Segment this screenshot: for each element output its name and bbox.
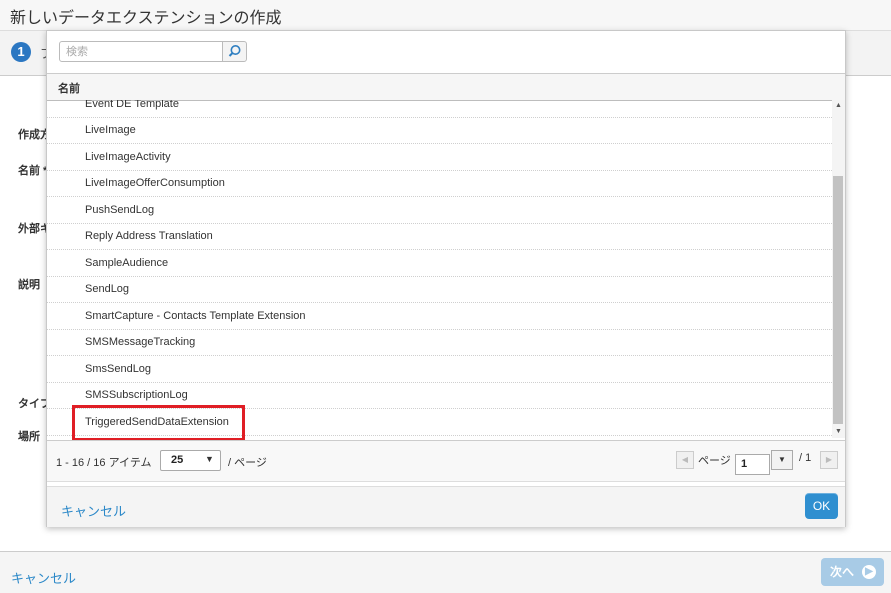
arrow-right-icon: ▶ (862, 565, 876, 579)
dialog-footer: キャンセル OK (47, 486, 845, 527)
search-input[interactable] (59, 41, 223, 62)
list-item-label: SmartCapture - Contacts Template Extensi… (85, 310, 306, 322)
items-count: 1 - 16 / 16 アイテム (56, 457, 152, 469)
chevron-down-icon: ▼ (205, 454, 214, 464)
search-button[interactable] (222, 41, 247, 62)
pager-bar: 1 - 16 / 16 アイテム 25 ▼ / ページ ◀ ページ 1 ▼ / … (47, 440, 845, 482)
list-item-label: SendLog (85, 283, 130, 295)
scroll-thumb[interactable] (833, 176, 843, 424)
step-number: 1 (11, 42, 31, 62)
next-button-label: 次へ (830, 565, 855, 579)
dialog-cancel-link[interactable]: キャンセル (61, 501, 126, 520)
list-item[interactable]: Reply Address Translation (47, 224, 832, 250)
description-label: 説明 (18, 279, 40, 291)
data-extension-list: Event DE Template LiveImage LiveImageAct… (47, 100, 845, 438)
scroll-up-icon[interactable]: ▲ (832, 100, 845, 112)
page-header: 新しいデータエクステンションの作成 (0, 0, 891, 31)
list-item[interactable]: SendLog (47, 277, 832, 303)
select-data-extension-dialog: 名前 Event DE Template LiveImage LiveImage… (46, 30, 846, 527)
list-item-label: Reply Address Translation (85, 230, 213, 242)
list-item[interactable]: LiveImage (47, 118, 832, 144)
list-item-label: LiveImageActivity (85, 151, 171, 163)
list-item-label: SampleAudience (85, 257, 169, 269)
grid-header: 名前 (47, 73, 845, 101)
per-page-label: / ページ (228, 457, 267, 469)
list-item[interactable]: LiveImageActivity (47, 145, 832, 171)
list-item-label: LiveImageOfferConsumption (85, 177, 225, 189)
name-label: 名前 * (18, 165, 48, 177)
list-item[interactable]: SMSSubscriptionLog (47, 383, 832, 409)
list-item-label: SMSMessageTracking (85, 336, 196, 348)
page-size-select[interactable]: 25 ▼ (160, 450, 221, 471)
list-item-label: TriggeredSendDataExtension (85, 416, 229, 428)
search-box (59, 41, 247, 62)
list-item[interactable]: SMSMessageTracking (47, 330, 832, 356)
list-item[interactable]: LiveImageOfferConsumption (47, 171, 832, 197)
page-title: 新しいデータエクステンションの作成 (10, 10, 282, 27)
next-page-button[interactable]: ▶ (820, 451, 838, 469)
list-item-label: PushSendLog (85, 204, 155, 216)
next-button[interactable]: 次へ ▶ (821, 558, 884, 586)
cancel-link[interactable]: キャンセル (11, 568, 76, 587)
page-dropdown-button[interactable]: ▼ (771, 450, 793, 470)
list-item[interactable]: PushSendLog (47, 198, 832, 224)
page-size-value: 25 (171, 454, 184, 466)
list-item-label: Event DE Template (85, 100, 179, 110)
vertical-scrollbar[interactable]: ▲ ▼ (832, 100, 845, 438)
list-item[interactable]: SmsSendLog (47, 357, 832, 383)
list-item[interactable]: SmartCapture - Contacts Template Extensi… (47, 304, 832, 330)
search-icon (228, 45, 241, 57)
list-item-selected[interactable]: TriggeredSendDataExtension (47, 410, 832, 436)
list-item[interactable]: SampleAudience (47, 251, 832, 277)
location-label: 場所 (18, 431, 40, 443)
scroll-down-icon[interactable]: ▼ (832, 426, 845, 438)
name-column-header[interactable]: 名前 (58, 80, 80, 96)
list-item-label: SmsSendLog (85, 363, 152, 375)
total-pages: / 1 (799, 452, 812, 464)
current-page-input[interactable]: 1 (735, 454, 770, 475)
page-label: ページ (698, 455, 731, 467)
list-item[interactable]: Event DE Template (47, 100, 832, 118)
page-footer: キャンセル 次へ ▶ (0, 551, 891, 593)
list-item-label: SMSSubscriptionLog (85, 389, 188, 401)
ok-button[interactable]: OK (805, 493, 838, 519)
previous-page-button[interactable]: ◀ (676, 451, 694, 469)
list-item-label: LiveImage (85, 124, 136, 136)
